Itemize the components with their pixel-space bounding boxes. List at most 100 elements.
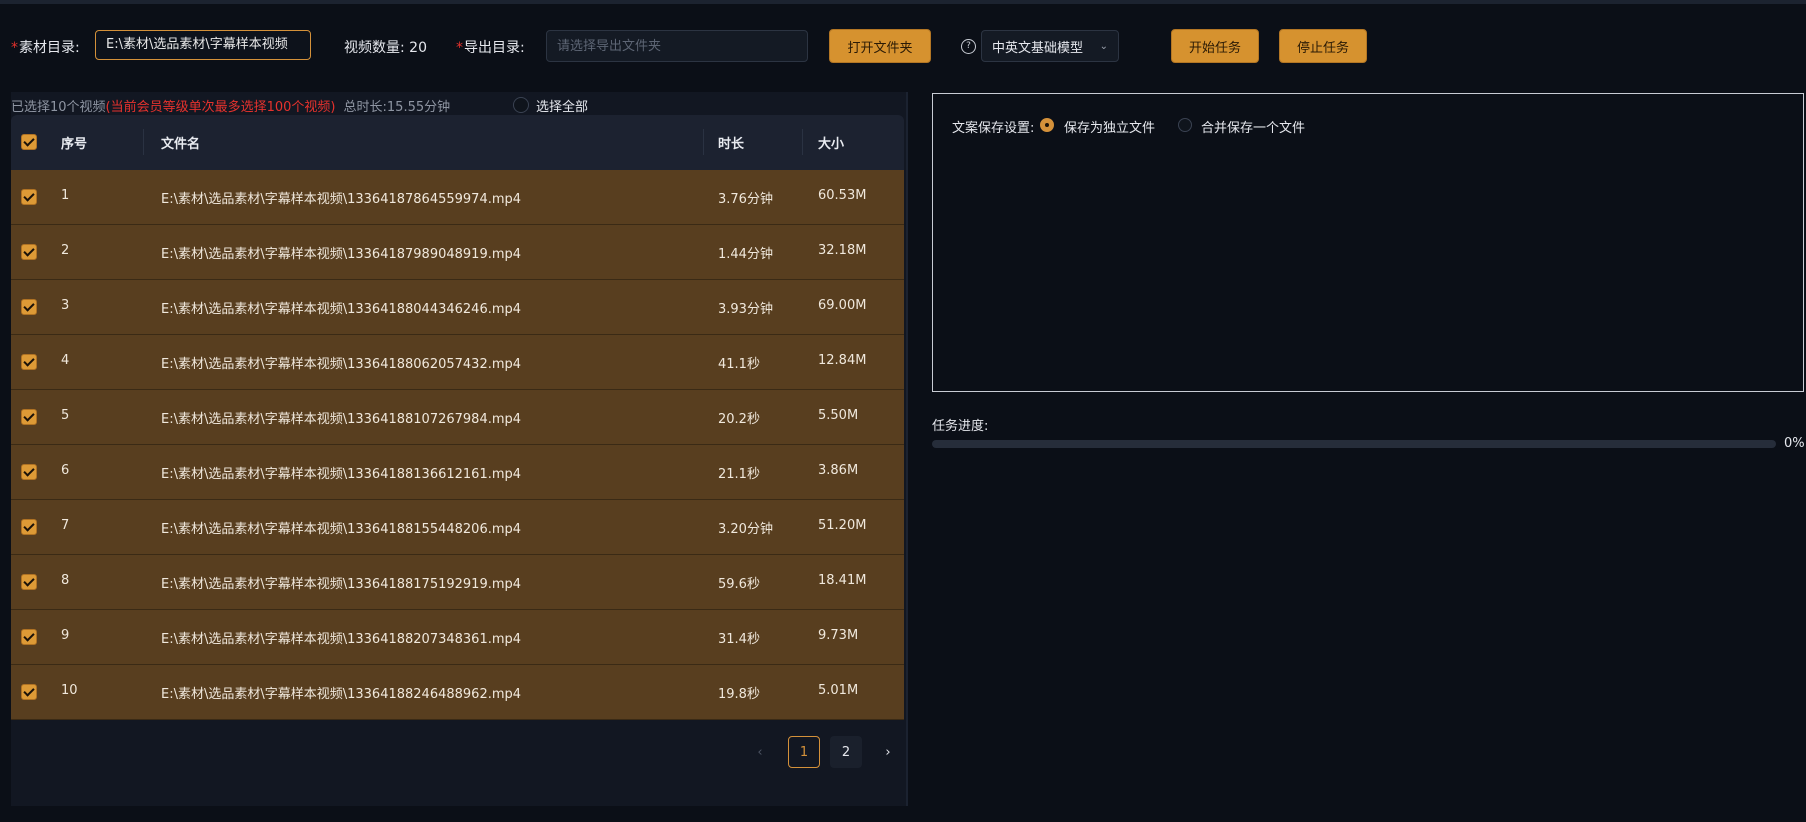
- next-page-button[interactable]: ›: [872, 736, 904, 768]
- row-duration: 3.76分钟: [718, 192, 773, 207]
- row-duration: 21.1秒: [718, 467, 760, 482]
- row-index: 5: [61, 408, 70, 423]
- selected-count-text: 已选择10个视频: [11, 100, 106, 115]
- export-dir-input[interactable]: [546, 30, 808, 62]
- row-index: 7: [61, 518, 70, 533]
- row-size: 12.84M: [818, 353, 867, 368]
- row-filename: E:\素材\选品素材\字幕样本视频\13364188207348361.mp4: [161, 632, 522, 647]
- row-checkbox[interactable]: [21, 519, 37, 535]
- row-duration: 20.2秒: [718, 412, 760, 427]
- total-duration-text: 总时长:15.55分钟: [343, 100, 451, 115]
- row-checkbox[interactable]: [21, 244, 37, 260]
- radio-merge-label[interactable]: 合并保存一个文件: [1201, 117, 1305, 136]
- row-checkbox[interactable]: [21, 574, 37, 590]
- row-checkbox[interactable]: [21, 189, 37, 205]
- page-button-2[interactable]: 2: [830, 736, 862, 768]
- progress-label: 任务进度:: [932, 419, 989, 434]
- row-size: 51.20M: [818, 518, 867, 533]
- row-checkbox[interactable]: [21, 684, 37, 700]
- source-dir-label: *素材目录:: [11, 40, 80, 56]
- top-divider: [0, 0, 1806, 4]
- select-all-checkbox[interactable]: [513, 97, 529, 113]
- open-folder-button[interactable]: 打开文件夹: [829, 29, 931, 63]
- row-filename: E:\素材\选品素材\字幕样本视频\13364188044346246.mp4: [161, 302, 522, 317]
- table-row[interactable]: 9 E:\素材\选品素材\字幕样本视频\13364188207348361.mp4…: [11, 610, 904, 665]
- row-index: 4: [61, 353, 70, 368]
- stop-task-button[interactable]: 停止任务: [1279, 29, 1367, 63]
- row-filename: E:\素材\选品素材\字幕样本视频\13364188246488962.mp4: [161, 687, 522, 702]
- header-index: 序号: [61, 137, 88, 152]
- row-filename: E:\素材\选品素材\字幕样本视频\13364188155448206.mp4: [161, 522, 522, 537]
- row-size: 69.00M: [818, 298, 867, 313]
- row-checkbox[interactable]: [21, 299, 37, 315]
- row-index: 9: [61, 628, 70, 643]
- start-task-button[interactable]: 开始任务: [1171, 29, 1259, 63]
- row-duration: 1.44分钟: [718, 247, 773, 262]
- video-count-value: 20: [409, 40, 427, 56]
- header-separator: [143, 129, 144, 155]
- panel-divider: [906, 92, 908, 806]
- row-checkbox[interactable]: [21, 629, 37, 645]
- row-size: 3.86M: [818, 463, 859, 478]
- table-row[interactable]: 5 E:\素材\选品素材\字幕样本视频\13364188107267984.mp4…: [11, 390, 904, 445]
- row-duration: 59.6秒: [718, 577, 760, 592]
- row-filename: E:\素材\选品素材\字幕样本视频\13364187989048919.mp4: [161, 247, 522, 262]
- row-index: 6: [61, 463, 70, 478]
- row-size: 9.73M: [818, 628, 859, 643]
- row-checkbox[interactable]: [21, 409, 37, 425]
- radio-separate[interactable]: [1040, 118, 1054, 132]
- row-index: 8: [61, 573, 70, 588]
- row-duration: 3.20分钟: [718, 522, 773, 537]
- source-dir-input[interactable]: E:\素材\选品素材\字幕样本视频: [95, 30, 311, 60]
- row-size: 60.53M: [818, 188, 867, 203]
- export-dir-label: *导出目录:: [456, 40, 525, 56]
- row-duration: 3.93分钟: [718, 302, 773, 317]
- radio-separate-label[interactable]: 保存为独立文件: [1064, 117, 1155, 136]
- header-separator: [802, 129, 803, 155]
- row-duration: 41.1秒: [718, 357, 760, 372]
- row-filename: E:\素材\选品素材\字幕样本视频\13364188136612161.mp4: [161, 467, 522, 482]
- table-row[interactable]: 4 E:\素材\选品素材\字幕样本视频\13364188062057432.mp4…: [11, 335, 904, 390]
- selection-info: 已选择10个视频(当前会员等级单次最多选择100个视频) 总时长:15.55分钟: [11, 96, 450, 115]
- video-count-label: 视频数量: 20: [344, 40, 427, 56]
- table-row[interactable]: 7 E:\素材\选品素材\字幕样本视频\13364188155448206.mp4…: [11, 500, 904, 555]
- model-select-value: 中英文基础模型: [992, 40, 1084, 56]
- header-duration: 时长: [718, 137, 745, 152]
- table-row[interactable]: 2 E:\素材\选品素材\字幕样本视频\13364187989048919.mp4…: [11, 225, 904, 280]
- prev-page-button[interactable]: ‹: [744, 736, 776, 768]
- header-checkbox[interactable]: [21, 134, 37, 150]
- select-all-label[interactable]: 选择全部: [536, 96, 588, 115]
- row-index: 2: [61, 243, 70, 258]
- progress-bar: [932, 440, 1776, 448]
- row-filename: E:\素材\选品素材\字幕样本视频\13364188062057432.mp4: [161, 357, 522, 372]
- settings-box: [932, 93, 1804, 392]
- row-size: 5.50M: [818, 408, 859, 423]
- table-row[interactable]: 3 E:\素材\选品素材\字幕样本视频\13364188044346246.mp4…: [11, 280, 904, 335]
- row-duration: 31.4秒: [718, 632, 760, 647]
- table-row[interactable]: 6 E:\素材\选品素材\字幕样本视频\13364188136612161.mp4…: [11, 445, 904, 500]
- radio-merge[interactable]: [1178, 118, 1192, 132]
- progress-percent: 0%: [1784, 436, 1805, 451]
- row-checkbox[interactable]: [21, 464, 37, 480]
- row-filename: E:\素材\选品素材\字幕样本视频\13364188175192919.mp4: [161, 577, 522, 592]
- table-header: 序号 文件名 时长 大小: [11, 115, 904, 170]
- table-row[interactable]: 8 E:\素材\选品素材\字幕样本视频\13364188175192919.mp4…: [11, 555, 904, 610]
- video-table: 序号 文件名 时长 大小 1 E:\素材\选品素材\字幕样本视频\13364187…: [11, 115, 904, 720]
- row-checkbox[interactable]: [21, 354, 37, 370]
- model-select[interactable]: 中英文基础模型 ⌄: [981, 30, 1119, 62]
- limit-warning-text: (当前会员等级单次最多选择100个视频): [105, 100, 336, 115]
- row-index: 1: [61, 188, 70, 203]
- header-size: 大小: [818, 137, 845, 152]
- page-button-1[interactable]: 1: [788, 736, 820, 768]
- question-circle-icon[interactable]: ?: [961, 39, 976, 54]
- row-filename: E:\素材\选品素材\字幕样本视频\13364188107267984.mp4: [161, 412, 522, 427]
- row-size: 18.41M: [818, 573, 867, 588]
- header-filename: 文件名: [161, 137, 201, 152]
- header-separator: [703, 129, 704, 155]
- row-duration: 19.8秒: [718, 687, 760, 702]
- table-body: 1 E:\素材\选品素材\字幕样本视频\13364187864559974.mp4…: [11, 170, 904, 720]
- table-row[interactable]: 1 E:\素材\选品素材\字幕样本视频\13364187864559974.mp4…: [11, 170, 904, 225]
- row-filename: E:\素材\选品素材\字幕样本视频\13364187864559974.mp4: [161, 192, 522, 207]
- table-row[interactable]: 10 E:\素材\选品素材\字幕样本视频\13364188246488962.mp…: [11, 665, 904, 720]
- save-setting-label: 文案保存设置:: [952, 121, 1035, 136]
